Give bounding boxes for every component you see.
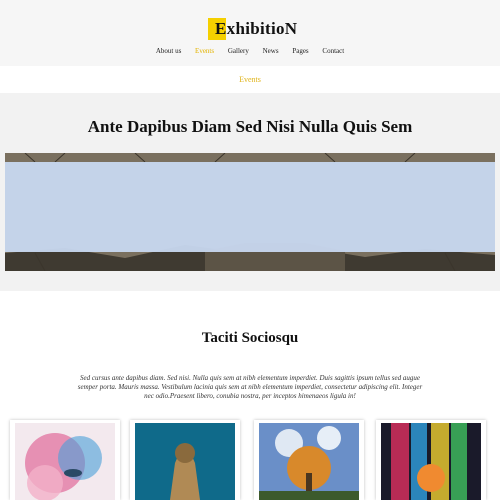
- main-nav: About us Events Gallery News Pages Conta…: [0, 47, 500, 55]
- gallery-image-colorful-abstract: [381, 423, 481, 500]
- logo-text: ExhibitioN: [215, 19, 298, 38]
- gallery-card[interactable]: [376, 420, 486, 500]
- hero-banner-image: [5, 153, 495, 271]
- nav-item-events[interactable]: Events: [195, 47, 214, 55]
- nav-item-about-us[interactable]: About us: [156, 47, 181, 55]
- gallery-card[interactable]: [10, 420, 120, 500]
- page-title: Ante Dapibus Diam Sed Nisi Nulla Quis Se…: [87, 117, 413, 136]
- gallery-card[interactable]: [254, 420, 364, 500]
- gallery-image-statue: [135, 423, 235, 500]
- banner-overlay: [5, 162, 495, 252]
- nav-item-contact[interactable]: Contact: [322, 47, 344, 55]
- section-title: Taciti Sociosqu: [201, 330, 299, 346]
- gallery-image-autumn-tree: [259, 423, 359, 500]
- breadcrumb: Events: [0, 66, 500, 93]
- gallery-card[interactable]: [130, 420, 240, 500]
- nav-item-pages[interactable]: Pages: [292, 47, 308, 55]
- gallery-row: [0, 420, 500, 500]
- nav-item-news[interactable]: News: [263, 47, 279, 55]
- nav-item-gallery[interactable]: Gallery: [228, 47, 249, 55]
- site-header: ExhibitioN About us Events Gallery News …: [0, 0, 500, 66]
- gallery-image-painted-face: [15, 423, 115, 500]
- section-description: Sed cursus ante dapibus diam. Sed nisi. …: [77, 374, 423, 400]
